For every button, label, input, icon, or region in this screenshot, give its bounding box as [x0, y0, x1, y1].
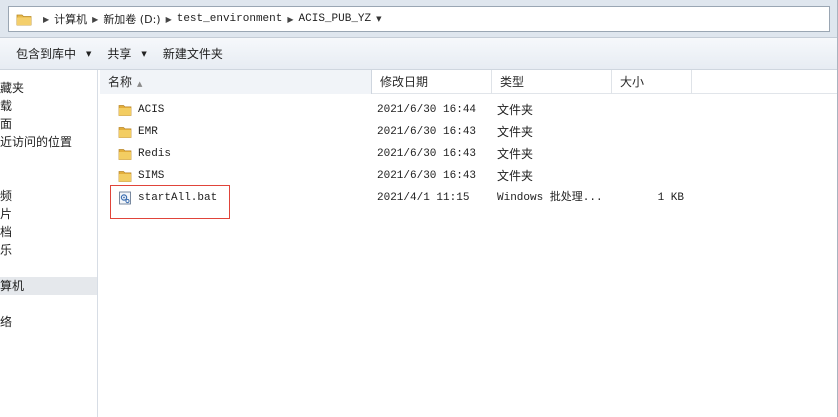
file-size [612, 99, 684, 121]
nav-item-videos[interactable]: 频 [0, 187, 12, 205]
file-row[interactable]: EMR 2021/6/30 16:43 文件夹 [100, 121, 838, 143]
file-type: 文件夹 [497, 169, 534, 183]
file-type: Windows 批处理... [497, 192, 603, 204]
file-row[interactable]: Redis 2021/6/30 16:43 文件夹 [100, 143, 838, 165]
file-name: Redis [138, 148, 172, 160]
folder-icon [16, 13, 32, 26]
share-label: 共享 [107, 47, 132, 61]
file-row[interactable]: SIMS 2021/6/30 16:43 文件夹 [100, 165, 838, 187]
nav-item-recent-places[interactable]: 近访问的位置 [0, 133, 72, 151]
navigation-pane: 藏夹 载 面 近访问的位置 频 片 档 乐 算机 络 [0, 70, 98, 417]
breadcrumb-drive[interactable]: 新加卷 (D:) [103, 11, 160, 27]
file-list: ACIS 2021/6/30 16:44 文件夹 EMR 2021/6/30 1… [100, 94, 838, 417]
chevron-right-icon[interactable]: ▶ [43, 15, 49, 24]
chevron-right-icon[interactable]: ▶ [166, 15, 172, 24]
chevron-right-icon[interactable]: ▶ [92, 15, 98, 24]
folder-icon [118, 103, 132, 117]
column-header-size[interactable]: 大小 [612, 70, 692, 94]
nav-item-documents[interactable]: 档 [0, 223, 12, 241]
batch-file-icon [118, 191, 132, 205]
file-size [612, 143, 684, 165]
file-date: 2021/6/30 16:43 [377, 170, 477, 182]
nav-item-network[interactable]: 络 [0, 313, 12, 331]
nav-item-desktop[interactable]: 面 [0, 115, 12, 133]
column-header-date[interactable]: 修改日期 [372, 70, 492, 94]
sort-up-icon: ▲ [137, 80, 143, 88]
breadcrumb: ▶ 计算机 ▶ 新加卷 (D:) ▶ test_environment ▶ AC… [38, 11, 382, 27]
file-name: ACIS [138, 104, 165, 116]
file-type: 文件夹 [497, 125, 534, 139]
file-type: 文件夹 [497, 147, 534, 161]
address-bar-area: ▶ 计算机 ▶ 新加卷 (D:) ▶ test_environment ▶ AC… [0, 0, 838, 38]
file-date: 2021/6/30 16:43 [377, 148, 477, 160]
include-in-library-label: 包含到库中 [16, 47, 77, 61]
column-header: 名称 ▲ 修改日期 类型 大小 [100, 70, 838, 94]
nav-item-favorites[interactable]: 藏夹 [0, 79, 24, 97]
folder-icon [118, 147, 132, 161]
include-in-library-button[interactable]: 包含到库中 ▼ [8, 42, 99, 66]
file-size [612, 165, 684, 187]
chevron-right-icon[interactable]: ▶ [287, 15, 293, 24]
file-type: 文件夹 [497, 103, 534, 117]
file-date: 2021/4/1 11:15 [377, 192, 470, 204]
folder-icon [118, 169, 132, 183]
file-row[interactable]: ACIS 2021/6/30 16:44 文件夹 [100, 99, 838, 121]
file-date: 2021/6/30 16:44 [377, 104, 477, 116]
file-date: 2021/6/30 16:43 [377, 126, 477, 138]
command-bar: 包含到库中 ▼ 共享 ▼ 新建文件夹 [0, 38, 838, 70]
new-folder-button[interactable]: 新建文件夹 [155, 42, 231, 66]
breadcrumb-test-environment[interactable]: test_environment [177, 13, 283, 25]
file-size [612, 121, 684, 143]
new-folder-label: 新建文件夹 [162, 47, 223, 61]
file-name: SIMS [138, 170, 165, 182]
column-header-type[interactable]: 类型 [492, 70, 612, 94]
chevron-down-icon: ▼ [86, 49, 92, 58]
column-header-name[interactable]: 名称 ▲ [100, 70, 372, 94]
file-size: 1 KB [657, 192, 684, 204]
address-bar[interactable]: ▶ 计算机 ▶ 新加卷 (D:) ▶ test_environment ▶ AC… [8, 6, 830, 32]
chevron-down-icon[interactable]: ▼ [376, 15, 381, 23]
file-name: startAll.bat [138, 192, 218, 204]
nav-item-music[interactable]: 乐 [0, 241, 12, 259]
chevron-down-icon: ▼ [141, 49, 147, 58]
file-name: EMR [138, 126, 158, 138]
breadcrumb-acis-pub-yz[interactable]: ACIS_PUB_YZ [299, 13, 372, 25]
breadcrumb-computer[interactable]: 计算机 [54, 11, 87, 27]
share-button[interactable]: 共享 ▼ [99, 42, 154, 66]
nav-item-pictures[interactable]: 片 [0, 205, 12, 223]
column-name-label: 名称 [108, 75, 133, 89]
nav-item-computer[interactable]: 算机 [0, 277, 97, 295]
file-row[interactable]: startAll.bat 2021/4/1 11:15 Windows 批处理.… [100, 187, 838, 209]
folder-icon [118, 125, 132, 139]
nav-item-downloads[interactable]: 载 [0, 97, 12, 115]
